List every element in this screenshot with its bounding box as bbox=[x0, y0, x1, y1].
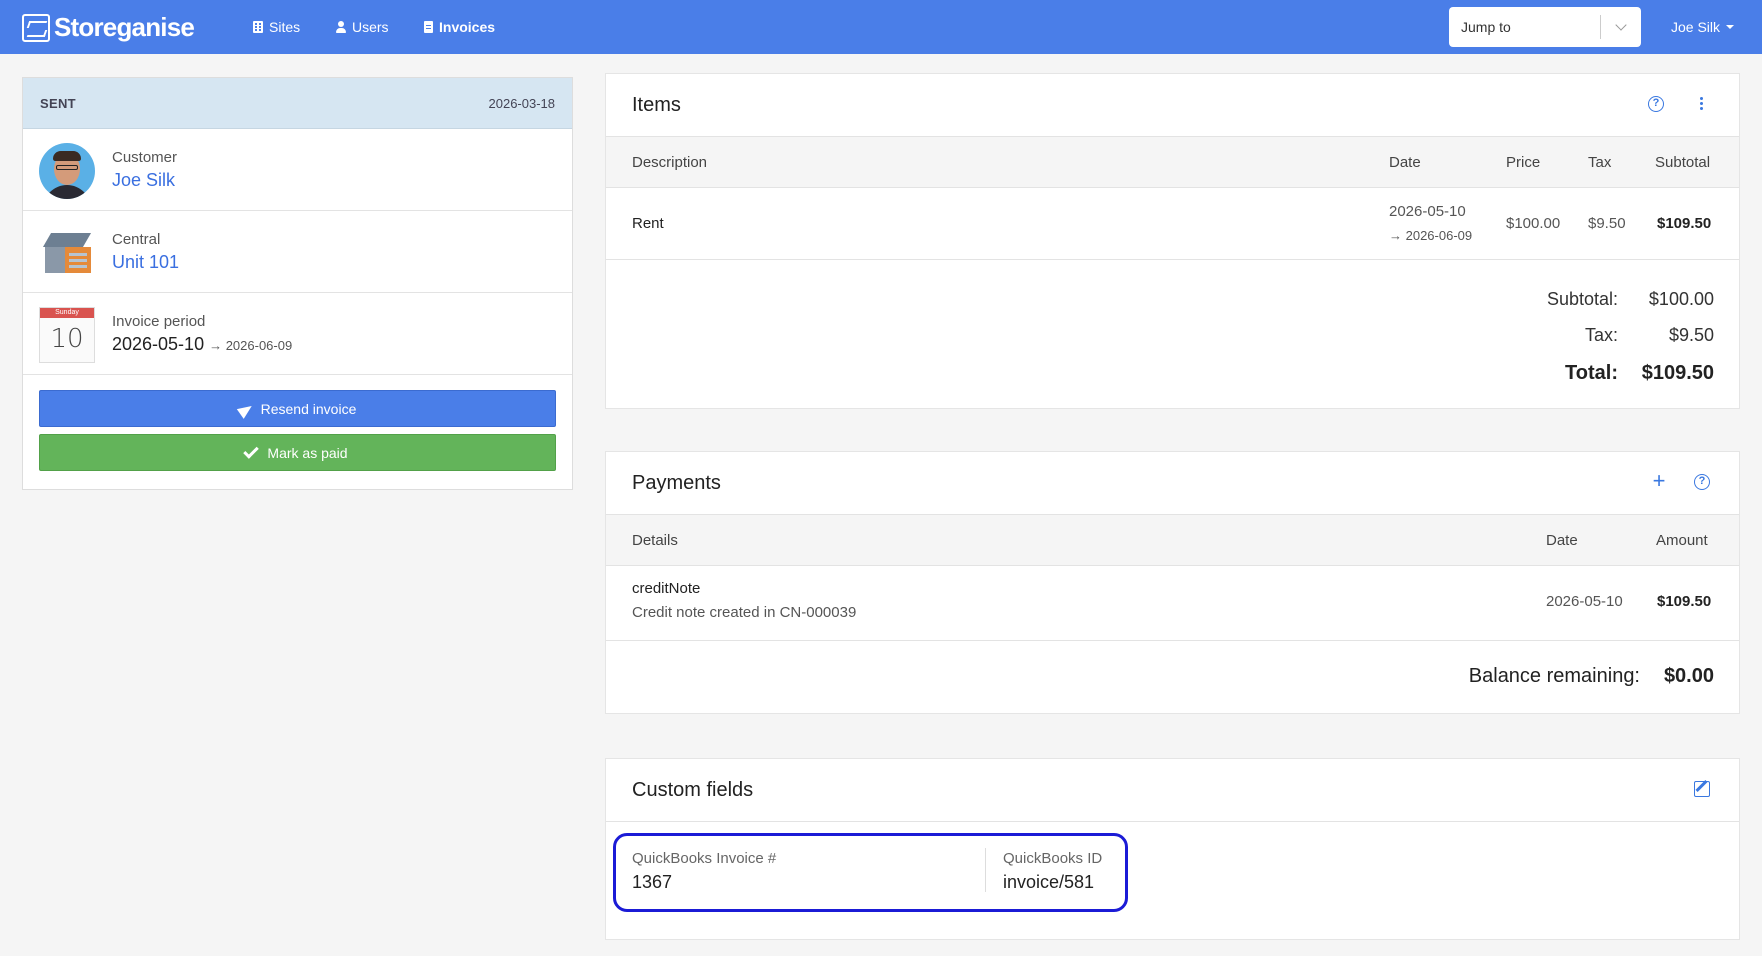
item-description: Rent bbox=[632, 215, 664, 232]
avatar bbox=[39, 143, 95, 199]
custom-field-value: invoice/581 bbox=[1003, 872, 1095, 892]
resend-invoice-button[interactable]: Resend invoice bbox=[39, 390, 556, 427]
custom-fields-title: Custom fields bbox=[632, 779, 754, 801]
brand-name: Storeganise bbox=[54, 12, 195, 42]
items-card: Items ? Description Date Price Tax Subto… bbox=[605, 73, 1740, 409]
column-header-description: Description bbox=[632, 154, 708, 171]
nav-item-invoices[interactable]: Invoices bbox=[424, 19, 495, 35]
period-label: Invoice period bbox=[112, 313, 206, 330]
nav-item-label: Users bbox=[352, 19, 389, 35]
custom-field-value: 1367 bbox=[632, 872, 673, 892]
help-icon[interactable]: ? bbox=[1648, 96, 1664, 112]
subtotal-label: Subtotal: bbox=[1546, 289, 1618, 309]
balance-value: $0.00 bbox=[1663, 665, 1714, 687]
column-header-amount: Amount bbox=[1656, 532, 1708, 549]
more-options-icon[interactable] bbox=[1699, 96, 1703, 112]
nav-item-label: Sites bbox=[269, 19, 301, 35]
table-row[interactable]: creditNote Credit note created in CN-000… bbox=[606, 566, 1739, 641]
user-menu-name: Joe Silk bbox=[1671, 19, 1721, 35]
period-row: Sunday 10 Invoice period 2026-05-10 → 20… bbox=[23, 293, 572, 375]
paper-plane-icon bbox=[239, 402, 253, 416]
customer-link[interactable]: Joe Silk bbox=[112, 170, 175, 191]
column-header-tax: Tax bbox=[1588, 154, 1612, 171]
checkmark-icon bbox=[243, 442, 260, 459]
payment-description: Credit note created in CN-000039 bbox=[632, 604, 857, 621]
item-date-end: → 2026-06-09 bbox=[1389, 228, 1473, 243]
items-totals: Subtotal: $100.00 Tax: $9.50 Total: $109… bbox=[606, 260, 1739, 384]
unit-row: Central Unit 101 bbox=[23, 211, 572, 293]
unit-link[interactable]: Unit 101 bbox=[112, 252, 179, 273]
calendar-icon: Sunday 10 bbox=[39, 307, 95, 363]
column-header-date: Date bbox=[1389, 154, 1421, 171]
payments-table-header: Details Date Amount bbox=[606, 515, 1739, 566]
chevron-down-icon[interactable] bbox=[1601, 19, 1641, 31]
building-icon bbox=[253, 21, 263, 33]
column-header-date: Date bbox=[1546, 532, 1578, 549]
calendar-weekday: Sunday bbox=[40, 308, 94, 318]
brand-logo[interactable]: Storeganise bbox=[22, 12, 195, 43]
balance-label: Balance remaining: bbox=[1468, 665, 1640, 687]
custom-fields-header: Custom fields bbox=[606, 759, 1739, 822]
help-icon[interactable]: ? bbox=[1694, 474, 1710, 490]
jump-to-placeholder: Jump to bbox=[1461, 19, 1511, 35]
nav-item-sites[interactable]: Sites bbox=[253, 19, 300, 35]
payment-date: 2026-05-10 bbox=[1546, 593, 1623, 610]
custom-fields-body: QuickBooks Invoice # 1367 QuickBooks ID … bbox=[606, 822, 1739, 940]
custom-field-label: QuickBooks ID bbox=[1003, 850, 1103, 867]
period-value: 2026-05-10 → 2026-06-09 bbox=[112, 334, 292, 355]
column-header-details: Details bbox=[632, 532, 678, 549]
file-icon bbox=[424, 21, 433, 33]
column-header-price: Price bbox=[1506, 154, 1541, 171]
jump-to-select[interactable]: Jump to bbox=[1449, 7, 1641, 47]
total-value: $109.50 bbox=[1641, 362, 1714, 384]
mark-as-paid-button[interactable]: Mark as paid bbox=[39, 434, 556, 471]
add-payment-icon[interactable]: + bbox=[1652, 470, 1666, 492]
status-badge: SENT bbox=[40, 95, 76, 111]
payment-amount: $109.50 bbox=[1657, 593, 1712, 610]
caret-down-icon bbox=[1726, 25, 1735, 29]
payment-type: creditNote bbox=[632, 580, 701, 597]
item-tax: $9.50 bbox=[1588, 215, 1626, 232]
invoice-date: 2026-03-18 bbox=[488, 95, 556, 111]
payments-card: Payments + ? Details Date Amount creditN… bbox=[605, 451, 1740, 714]
items-card-header: Items ? bbox=[606, 74, 1739, 137]
subtotal-value: $100.00 bbox=[1648, 289, 1714, 309]
payments-card-header: Payments + ? bbox=[606, 452, 1739, 515]
building-icon bbox=[39, 225, 95, 281]
item-subtotal: $109.50 bbox=[1657, 215, 1712, 232]
table-row[interactable]: Rent 2026-05-10 → 2026-06-09 $100.00 $9.… bbox=[606, 188, 1739, 260]
calendar-day: 10 bbox=[50, 324, 84, 354]
tax-value: $9.50 bbox=[1668, 325, 1714, 345]
field-divider bbox=[985, 848, 986, 892]
mark-as-paid-label: Mark as paid bbox=[267, 444, 348, 461]
item-date-start: 2026-05-10 bbox=[1389, 203, 1466, 220]
custom-fields-card: Custom fields QuickBooks Invoice # 1367 … bbox=[605, 758, 1740, 940]
invoice-summary-card: SENT 2026-03-18 Customer Joe Silk Centra… bbox=[22, 77, 573, 490]
status-bar: SENT 2026-03-18 bbox=[23, 78, 572, 129]
items-title: Items bbox=[632, 94, 681, 116]
total-label: Total: bbox=[1565, 362, 1618, 384]
custom-field-label: QuickBooks Invoice # bbox=[632, 850, 777, 867]
nav-item-users[interactable]: Users bbox=[336, 19, 389, 35]
customer-label: Customer bbox=[112, 149, 178, 166]
storeganise-logo-icon bbox=[22, 13, 50, 42]
column-header-subtotal: Subtotal bbox=[1655, 154, 1711, 171]
site-label: Central bbox=[112, 231, 161, 248]
top-navbar: Storeganise Sites Users Invoices Jump to… bbox=[0, 0, 1762, 54]
nav-item-label: Invoices bbox=[439, 19, 496, 35]
items-table-header: Description Date Price Tax Subtotal bbox=[606, 137, 1739, 188]
tax-label: Tax: bbox=[1584, 325, 1618, 345]
resend-invoice-label: Resend invoice bbox=[260, 400, 357, 417]
balance-section: Balance remaining: $0.00 bbox=[606, 641, 1739, 712]
payments-title: Payments bbox=[632, 472, 721, 494]
item-price: $100.00 bbox=[1506, 215, 1561, 232]
edit-icon[interactable] bbox=[1694, 781, 1710, 797]
user-icon bbox=[336, 21, 346, 33]
user-menu[interactable]: Joe Silk bbox=[1671, 19, 1735, 35]
customer-row: Customer Joe Silk bbox=[23, 129, 572, 211]
period-end: → 2026-06-09 bbox=[209, 338, 293, 353]
period-start: 2026-05-10 bbox=[112, 334, 205, 354]
